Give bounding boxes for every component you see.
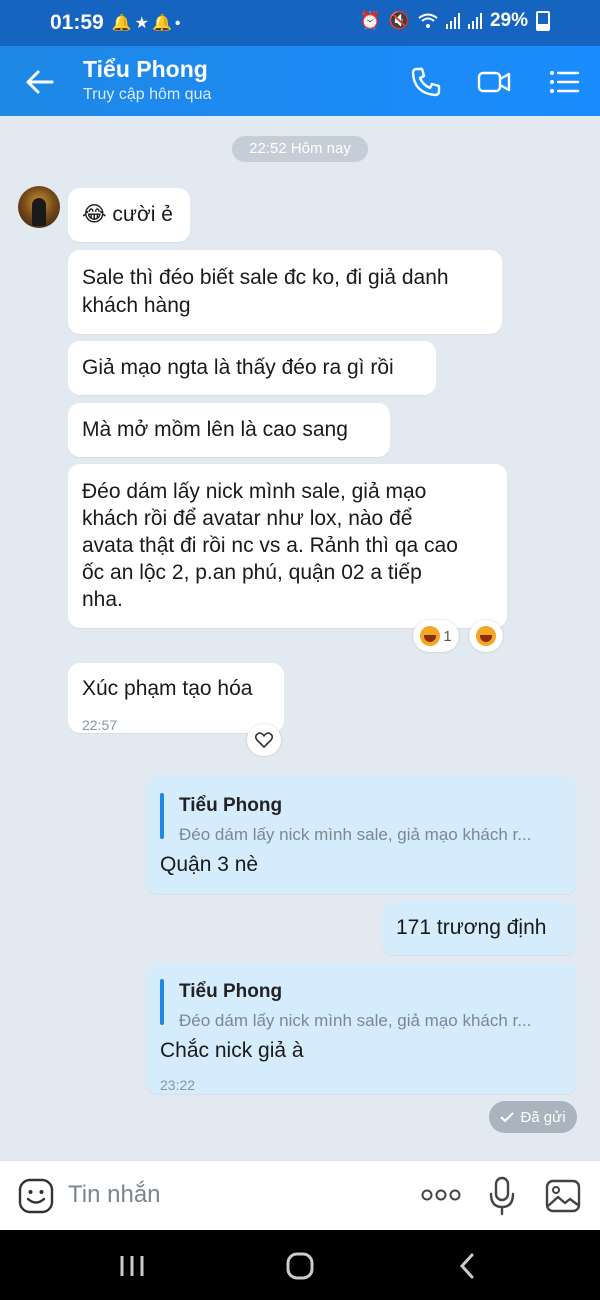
sent-status-text: Đã gửi — [520, 1108, 566, 1126]
notification-bell-icon: 🔔 — [151, 15, 175, 32]
home-icon[interactable] — [284, 1252, 316, 1280]
message-bubble[interactable]: 😂 cười ẻ — [68, 188, 190, 242]
check-icon — [500, 1112, 515, 1123]
message-text: Giả mạo ngta là thấy đéo ra gì rồi — [82, 356, 394, 379]
reply-snippet: Đéo dám lấy nick mình sale, giả mạo khác… — [179, 825, 532, 844]
avatar[interactable] — [18, 186, 60, 228]
microphone-icon[interactable] — [488, 1176, 516, 1216]
laugh-reaction-icon — [420, 626, 441, 646]
status-time: 01:59 — [50, 11, 104, 34]
add-reaction-button[interactable] — [469, 620, 503, 652]
notification-bell-icon: 🔔 — [111, 15, 135, 32]
back-arrow-icon[interactable] — [22, 64, 58, 100]
reply-quote-bar — [160, 793, 164, 839]
message-text-line: ốc an lộc 2, p.an phú, quận 02 a tiếp — [82, 561, 422, 584]
image-gallery-icon[interactable] — [544, 1178, 582, 1214]
system-nav-bar — [0, 1230, 600, 1300]
more-options-icon[interactable] — [420, 1188, 462, 1202]
message-text-line: khách hàng — [82, 294, 191, 317]
message-text: cười ẻ — [112, 203, 173, 226]
dot-icon: • — [174, 15, 184, 32]
reply-snippet: Đéo dám lấy nick mình sale, giả mạo khác… — [179, 1011, 532, 1030]
mute-icon: 🔇 — [388, 11, 410, 30]
message-text: 171 trương định — [396, 916, 547, 939]
message-text-line: Sale thì đéo biết sale đc ko, đi giả dan… — [82, 266, 449, 289]
message-text-line: Đéo dám lấy nick mình sale, giả mạo — [82, 480, 427, 503]
contact-name[interactable]: Tiểu Phong — [83, 56, 208, 83]
signal-icon — [467, 13, 482, 29]
video-call-icon[interactable] — [476, 64, 512, 100]
heart-icon — [255, 732, 273, 748]
signal-icon — [445, 13, 460, 29]
message-bubble[interactable]: Mà mở mồm lên là cao sang — [68, 403, 390, 457]
alarm-icon: ⏰ — [359, 11, 381, 30]
message-bubble[interactable]: Tiểu Phong Đéo dám lấy nick mình sale, g… — [146, 963, 577, 1094]
date-divider: 22:52 Hôm nay — [232, 136, 368, 162]
reaction-count-text: 1 — [443, 627, 452, 645]
message-bubble[interactable]: Giả mạo ngta là thấy đéo ra gì rồi — [68, 341, 436, 395]
status-bar: 01:59 🔔★🔔• ⏰ 🔇 29% — [0, 0, 600, 46]
message-time: 23:22 — [160, 1077, 196, 1093]
battery-percent: 29% — [489, 10, 528, 31]
chat-header: Tiểu Phong Truy cập hôm qua — [0, 46, 600, 116]
message-text: Quận 3 nè — [160, 853, 259, 876]
message-text-line: nha. — [82, 588, 123, 611]
back-nav-icon[interactable] — [456, 1252, 478, 1280]
chat-area[interactable]: 22:52 Hôm nay 😂 cười ẻ Sale thì đéo biết… — [0, 116, 600, 1160]
message-time: 22:57 — [82, 717, 118, 733]
reaction-count[interactable]: 1 — [413, 620, 459, 652]
message-text-line: avata thật đi rồi nc vs a. Rảnh thì qa c… — [82, 534, 458, 557]
phone-call-icon[interactable] — [408, 64, 444, 100]
menu-list-icon[interactable] — [546, 64, 582, 100]
message-text: Mà mở mồm lên là cao sang — [82, 418, 348, 441]
message-text: Chắc nick giả à — [160, 1039, 304, 1062]
message-text: Xúc phạm tạo hóa — [82, 677, 253, 700]
message-bubble[interactable]: Đéo dám lấy nick mình sale, giả mạo khác… — [68, 464, 507, 628]
message-text-line: khách rồi để avatar như lox, nào để — [82, 507, 413, 530]
wifi-icon — [418, 13, 438, 28]
sent-status-badge: Đã gửi — [489, 1101, 577, 1133]
battery-icon — [536, 11, 550, 31]
message-bubble[interactable]: 171 trương định — [382, 901, 577, 955]
message-bubble[interactable]: Sale thì đéo biết sale đc ko, đi giả dan… — [68, 250, 502, 334]
contact-status: Truy cập hôm qua — [83, 86, 212, 103]
reply-quote-bar — [160, 979, 164, 1025]
reply-author: Tiểu Phong — [179, 795, 283, 816]
reply-author: Tiểu Phong — [179, 981, 283, 1002]
tears-of-joy-icon: 😂 — [82, 203, 107, 226]
laugh-reaction-icon — [476, 626, 496, 646]
message-input[interactable]: Tin nhắn — [68, 1181, 161, 1209]
message-input-bar: Tin nhắn — [0, 1160, 600, 1231]
recent-apps-icon[interactable] — [118, 1254, 146, 1278]
notification-icons: 🔔★🔔• — [112, 13, 184, 33]
message-bubble[interactable]: Tiểu Phong Đéo dám lấy nick mình sale, g… — [146, 777, 577, 894]
status-right: ⏰ 🔇 29% — [360, 10, 550, 32]
message-bubble[interactable]: Xúc phạm tạo hóa 22:57 — [68, 663, 284, 733]
emoji-icon[interactable] — [18, 1178, 54, 1214]
star-icon: ★ — [134, 15, 152, 32]
heart-react-button[interactable] — [247, 724, 281, 756]
